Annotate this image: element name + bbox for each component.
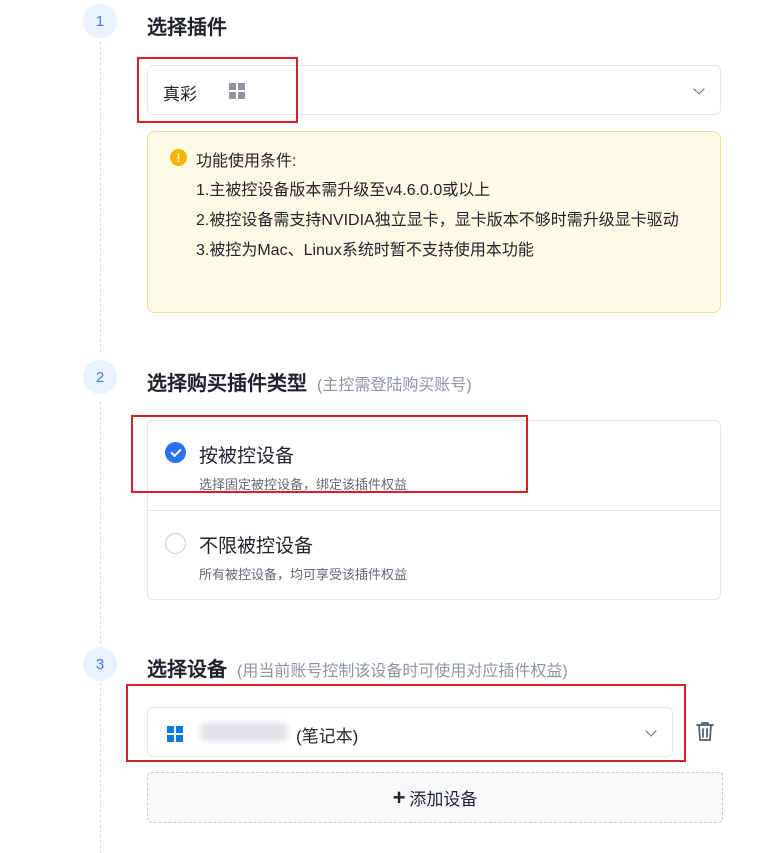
- add-device-button[interactable]: + 添加设备: [147, 772, 723, 823]
- device-name-redacted: [200, 723, 288, 741]
- step-number-1: 1: [83, 4, 117, 38]
- step-2-title: 选择购买插件类型 (主控需登陆购买账号): [147, 367, 472, 396]
- purchase-type-group: 按被控设备 选择固定被控设备，绑定该插件权益 不限被控设备 所有被控设备，均可享…: [147, 420, 721, 600]
- notice-line-3: 3.被控为Mac、Linux系统时暂不支持使用本功能: [196, 242, 534, 259]
- warning-icon: !: [170, 149, 187, 166]
- option-desc: 选择固定被控设备，绑定该插件权益: [199, 477, 408, 492]
- step-2-title-text: 选择购买插件类型: [147, 373, 307, 395]
- step-1-title-text: 选择插件: [147, 17, 227, 39]
- chevron-down-icon: [693, 83, 705, 95]
- trash-icon[interactable]: [694, 720, 716, 742]
- plus-icon: +: [392, 784, 406, 810]
- step-number-2: 2: [83, 360, 117, 394]
- step-3-title-text: 选择设备: [147, 659, 227, 681]
- step-connector-1: [100, 42, 101, 352]
- device-type-label: (笔记本): [296, 727, 359, 746]
- windows-icon: [167, 726, 183, 742]
- step-connector-3: [100, 683, 101, 853]
- step-1-title: 选择插件: [147, 11, 227, 40]
- step-3-hint: (用当前账号控制该设备时可使用对应插件权益): [237, 663, 568, 680]
- plugin-select-value: 真彩: [163, 85, 197, 104]
- chevron-down-icon: [645, 725, 657, 737]
- option-desc: 所有被控设备，均可享受该插件权益: [199, 567, 408, 582]
- windows-icon: [229, 83, 245, 99]
- step-connector-2: [100, 402, 101, 644]
- notice-title: 功能使用条件:: [196, 153, 297, 170]
- device-select[interactable]: (笔记本): [147, 707, 673, 757]
- requirements-notice: ! 功能使用条件: 1.主被控设备版本需升级至v4.6.0.0或以上 2.被控设…: [147, 131, 721, 313]
- step-number-3: 3: [83, 647, 117, 681]
- option-title: 按被控设备: [199, 446, 295, 467]
- add-device-label: 添加设备: [409, 790, 478, 809]
- purchase-type-option-device[interactable]: 按被控设备 选择固定被控设备，绑定该插件权益: [148, 421, 720, 510]
- notice-body: 1.主被控设备版本需升级至v4.6.0.0或以上 2.被控设备需支持NVIDIA…: [196, 176, 706, 266]
- radio-checked-icon[interactable]: [165, 442, 186, 463]
- notice-line-1: 1.主被控设备版本需升级至v4.6.0.0或以上: [196, 182, 491, 199]
- notice-line-2: 2.被控设备需支持NVIDIA独立显卡，显卡版本不够时需升级显卡驱动: [196, 212, 679, 229]
- purchase-type-option-unlimited[interactable]: 不限被控设备 所有被控设备，均可享受该插件权益: [148, 510, 720, 599]
- step-2-hint: (主控需登陆购买账号): [317, 377, 472, 394]
- option-title: 不限被控设备: [199, 536, 314, 557]
- radio-unchecked-icon[interactable]: [165, 533, 186, 554]
- plugin-select[interactable]: 真彩: [147, 65, 721, 115]
- step-3-title: 选择设备 (用当前账号控制该设备时可使用对应插件权益): [147, 653, 568, 682]
